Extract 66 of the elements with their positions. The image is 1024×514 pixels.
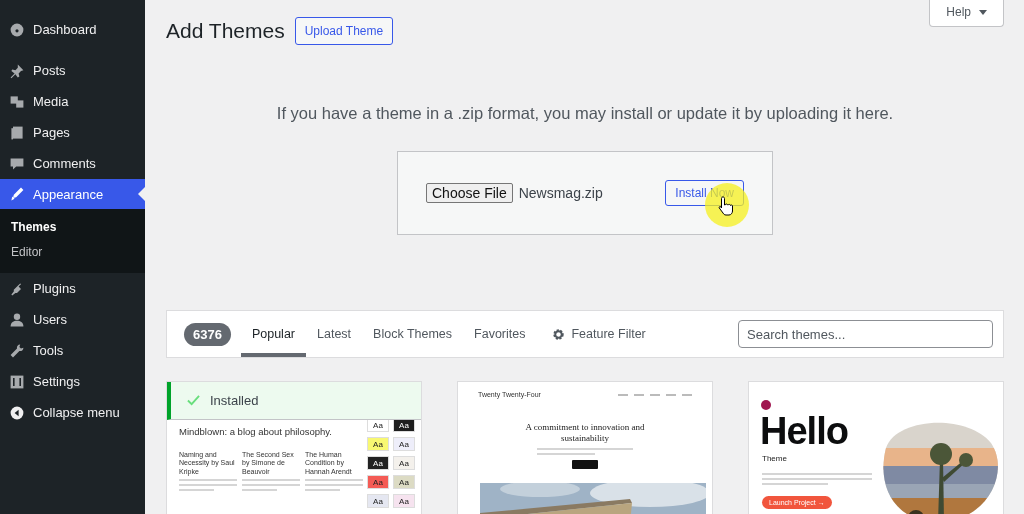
collapse-icon bbox=[9, 404, 25, 421]
text-placeholder-line bbox=[305, 479, 363, 482]
style-swatch: Aa bbox=[367, 456, 389, 470]
text-placeholder-line bbox=[305, 484, 363, 487]
theme-preview-headline: Hello bbox=[760, 410, 848, 453]
text-placeholder-line bbox=[179, 479, 237, 482]
menu-icon bbox=[9, 62, 25, 79]
theme-preview-subtitle: Theme bbox=[762, 454, 787, 463]
menu-icon bbox=[9, 21, 25, 38]
caret-icon bbox=[979, 9, 987, 15]
text-placeholder-line bbox=[242, 489, 277, 492]
upload-theme-button[interactable]: Upload Theme bbox=[294, 17, 394, 45]
logo-icon bbox=[761, 400, 771, 410]
menu-icon bbox=[9, 311, 25, 328]
hand-cursor-icon bbox=[718, 196, 734, 216]
text-placeholder-line bbox=[762, 483, 828, 485]
upload-instructions: If you have a theme in a .zip format, you may install or update it by uploading it here. bbox=[275, 104, 895, 123]
menu-icon bbox=[9, 155, 25, 172]
collapse-menu-button[interactable]: Collapse menu bbox=[0, 397, 145, 428]
choose-file-button[interactable]: Choose File bbox=[426, 183, 513, 203]
help-button[interactable]: Help bbox=[929, 0, 1004, 27]
text-placeholder-line bbox=[179, 489, 214, 492]
style-swatch: Aa bbox=[367, 494, 389, 508]
menu-icon bbox=[9, 373, 25, 390]
theme-count: 6376 bbox=[184, 322, 231, 346]
file-name: Newsmag.zip bbox=[518, 185, 604, 201]
sidebar-item[interactable]: Pages bbox=[0, 117, 145, 148]
page-title: Add Themes bbox=[166, 19, 285, 43]
menu-icon bbox=[9, 124, 25, 141]
sidebar-item[interactable]: Tools bbox=[0, 335, 145, 366]
theme-preview-headline: A commitment to innovation and sustainability bbox=[525, 422, 645, 444]
filter-tab[interactable]: Latest bbox=[306, 311, 363, 357]
style-swatch: Aa bbox=[367, 437, 389, 451]
sidebar-item[interactable]: Appearance bbox=[0, 179, 145, 209]
search-field[interactable]: Search themes... bbox=[738, 320, 993, 348]
filter-tab[interactable]: Popular bbox=[240, 311, 306, 357]
sidebar-item[interactable]: Plugins bbox=[0, 273, 145, 304]
sidebar-item[interactable]: Posts bbox=[0, 55, 145, 86]
check-icon bbox=[187, 394, 200, 407]
style-swatch: Aa bbox=[393, 437, 415, 451]
sidebar-item[interactable]: Users bbox=[0, 304, 145, 335]
sidebar-item[interactable]: Comments bbox=[0, 148, 145, 179]
menu-icon bbox=[9, 342, 25, 359]
style-swatch: Aa bbox=[367, 475, 389, 489]
text-placeholder-line bbox=[179, 484, 237, 487]
style-swatch: Aa bbox=[393, 475, 415, 489]
style-swatch: Aa bbox=[393, 456, 415, 470]
menu-icon bbox=[9, 93, 25, 110]
submenu-item[interactable]: Editor bbox=[0, 240, 145, 265]
installed-label: Installed bbox=[210, 393, 259, 408]
text-placeholder-line bbox=[537, 452, 595, 455]
feature-filter-button[interactable]: Feature Filter bbox=[552, 327, 646, 341]
theme-preview-headline: Mindblown: a blog about philosophy. bbox=[179, 426, 333, 437]
style-swatch: Aa bbox=[393, 494, 415, 508]
sidebar-item[interactable]: Media bbox=[0, 86, 145, 117]
sidebar-item[interactable]: Dashboard bbox=[0, 14, 145, 45]
menu-icon bbox=[9, 186, 25, 202]
filter-tab[interactable]: Block Themes bbox=[362, 311, 464, 357]
preview-button-shape bbox=[572, 459, 598, 469]
text-placeholder-line bbox=[305, 489, 340, 492]
sidebar-item[interactable]: Settings bbox=[0, 366, 145, 397]
filter-tab[interactable]: Favorites bbox=[463, 311, 537, 357]
text-placeholder-line bbox=[242, 484, 300, 487]
text-placeholder-line bbox=[242, 479, 300, 482]
submenu-item[interactable]: Themes bbox=[0, 215, 145, 240]
settings-icon bbox=[552, 327, 566, 341]
